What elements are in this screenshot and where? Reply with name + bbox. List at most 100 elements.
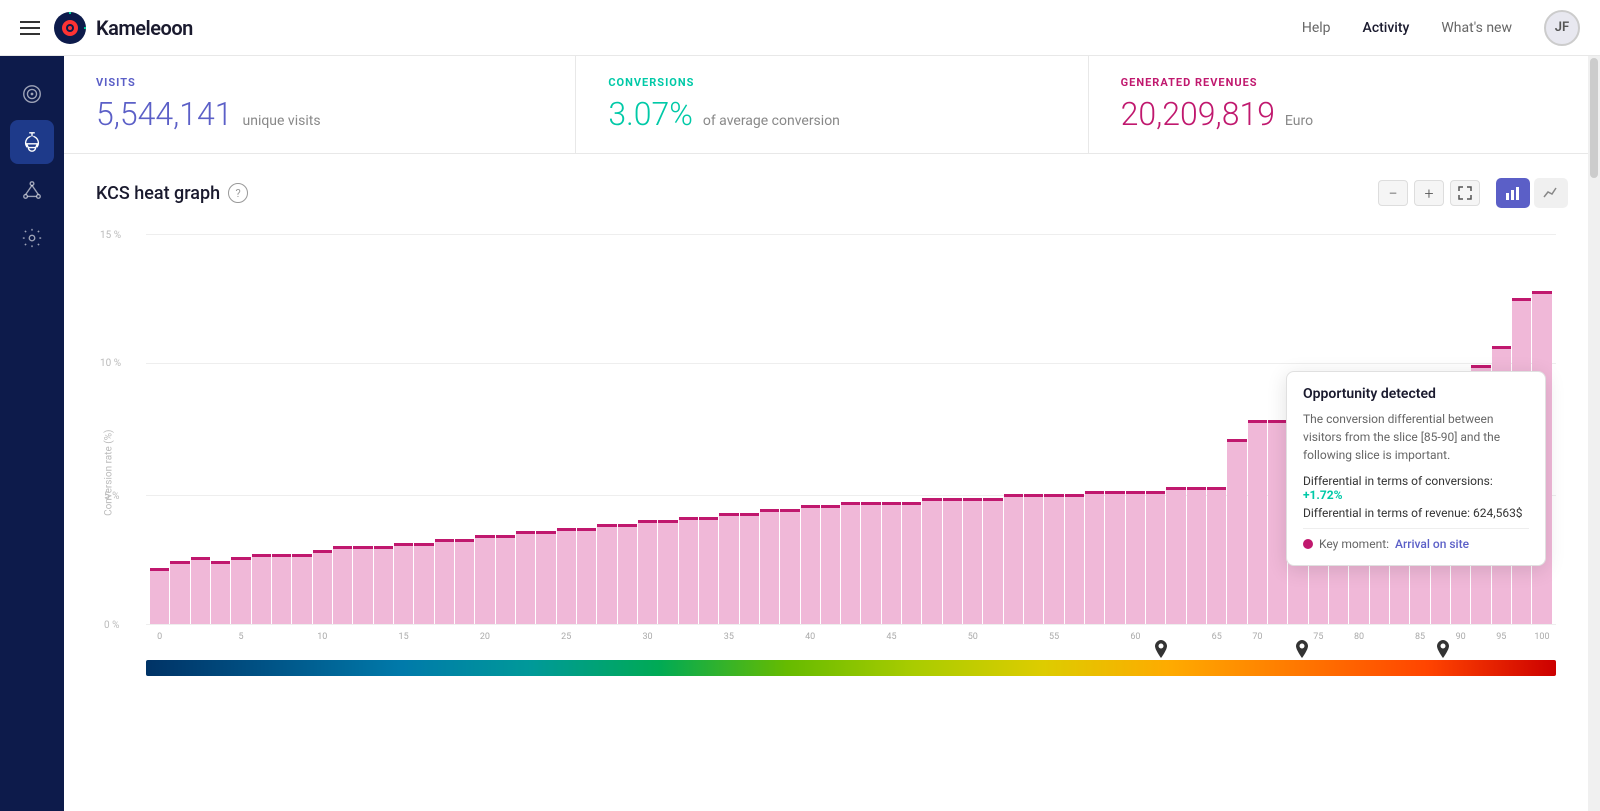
- bar[interactable]: [1268, 420, 1287, 624]
- x-axis-label: [679, 632, 698, 652]
- bar[interactable]: [679, 517, 698, 624]
- sidebar-item-network[interactable]: [10, 168, 54, 212]
- bar-chart-button[interactable]: [1496, 178, 1530, 208]
- color-gradient-fill: [146, 660, 1556, 676]
- tooltip-key-moment: Key moment: Arrival on site: [1303, 537, 1529, 551]
- bar[interactable]: [272, 554, 291, 624]
- bar[interactable]: [1146, 491, 1165, 624]
- x-axis-label: [841, 632, 860, 652]
- bar[interactable]: [313, 550, 332, 624]
- heat-graph-title: KCS heat graph: [96, 183, 220, 204]
- bar[interactable]: [922, 498, 941, 624]
- y-label-10: 10 %: [100, 358, 121, 369]
- x-axis-label: 15: [394, 632, 413, 652]
- x-axis-label: [618, 632, 637, 652]
- bar[interactable]: [211, 561, 230, 624]
- bar[interactable]: [882, 502, 901, 624]
- bar[interactable]: [1044, 494, 1063, 624]
- bar[interactable]: [414, 543, 433, 625]
- x-axis-label: [943, 632, 962, 652]
- hamburger-menu[interactable]: [20, 21, 40, 35]
- revenues-value: 20,209,819: [1121, 95, 1275, 133]
- x-axis-label: [516, 632, 535, 652]
- zoom-expand-button[interactable]: [1450, 180, 1480, 206]
- bar[interactable]: [821, 505, 840, 624]
- bar[interactable]: [353, 546, 372, 624]
- bar[interactable]: [435, 539, 454, 624]
- bar[interactable]: [475, 535, 494, 624]
- x-axis-label: [1187, 632, 1206, 652]
- bar[interactable]: [191, 557, 210, 624]
- activity-link[interactable]: Activity: [1363, 20, 1410, 36]
- line-chart-button[interactable]: [1534, 178, 1568, 208]
- bar[interactable]: [618, 524, 637, 624]
- bar[interactable]: [699, 517, 718, 624]
- bar[interactable]: [1065, 494, 1084, 624]
- bar[interactable]: [719, 513, 738, 624]
- bar[interactable]: [333, 546, 352, 624]
- conversions-label: CONVERSIONS: [608, 76, 1055, 89]
- bar[interactable]: [1207, 487, 1226, 624]
- bar[interactable]: [394, 543, 413, 625]
- bar[interactable]: [740, 513, 759, 624]
- sidebar-item-settings[interactable]: [10, 216, 54, 260]
- help-link[interactable]: Help: [1302, 20, 1331, 36]
- bar[interactable]: [252, 554, 271, 624]
- bar[interactable]: [638, 520, 657, 624]
- tooltip-differential-conversions: Differential in terms of conversions: +1…: [1303, 474, 1529, 502]
- bar[interactable]: [516, 531, 535, 624]
- x-axis-label: [496, 632, 515, 652]
- bar[interactable]: [1105, 491, 1124, 624]
- pin-marker-3: [1437, 640, 1449, 658]
- stat-conversions: CONVERSIONS 3.07% of average conversion: [576, 56, 1088, 153]
- x-axis-label: 40: [801, 632, 820, 652]
- bar[interactable]: [231, 557, 250, 624]
- bar[interactable]: [658, 520, 677, 624]
- bar[interactable]: [170, 561, 189, 624]
- bar[interactable]: [292, 554, 311, 624]
- bar[interactable]: [861, 502, 880, 624]
- zoom-plus-button[interactable]: +: [1414, 180, 1444, 206]
- whats-new-link[interactable]: What's new: [1441, 20, 1512, 36]
- scrollbar-thumb[interactable]: [1590, 58, 1598, 178]
- help-icon[interactable]: ?: [228, 183, 248, 203]
- bar[interactable]: [1085, 491, 1104, 624]
- key-moment-value[interactable]: Arrival on site: [1395, 537, 1469, 551]
- bar[interactable]: [1248, 420, 1267, 624]
- bar[interactable]: [1227, 439, 1246, 624]
- bar[interactable]: [1126, 491, 1145, 624]
- bar[interactable]: [577, 528, 596, 624]
- bar[interactable]: [150, 568, 169, 624]
- bar[interactable]: [780, 509, 799, 624]
- x-axis-label: [170, 632, 189, 652]
- sidebar-item-experiments[interactable]: [10, 120, 54, 164]
- bar[interactable]: [963, 498, 982, 624]
- bar[interactable]: [496, 535, 515, 624]
- scrollbar[interactable]: [1588, 56, 1600, 811]
- main-content: VISITS 5,544,141 unique visits CONVERSIO…: [64, 56, 1600, 811]
- zoom-minus-button[interactable]: −: [1378, 180, 1408, 206]
- bar[interactable]: [557, 528, 576, 624]
- chart-container: Conversion rate (%) 15 % 10 % 5 % 0: [96, 224, 1568, 684]
- bar[interactable]: [902, 502, 921, 624]
- bar[interactable]: [1187, 487, 1206, 624]
- bar[interactable]: [841, 502, 860, 624]
- sidebar-item-dashboard[interactable]: [10, 72, 54, 116]
- y-axis-label: Conversion rate (%): [104, 430, 115, 516]
- user-avatar[interactable]: JF: [1544, 10, 1580, 46]
- bar[interactable]: [597, 524, 616, 624]
- bar[interactable]: [1004, 494, 1023, 624]
- bar[interactable]: [1024, 494, 1043, 624]
- bar[interactable]: [801, 505, 820, 624]
- bar[interactable]: [983, 498, 1002, 624]
- bar[interactable]: [455, 539, 474, 624]
- bar[interactable]: [536, 531, 555, 624]
- logo-text: Kameleoon: [96, 16, 193, 40]
- bar[interactable]: [374, 546, 393, 624]
- pin-marker-2: [1296, 640, 1308, 658]
- bar[interactable]: [760, 509, 779, 624]
- x-axis-label: [983, 632, 1002, 652]
- bar[interactable]: [1166, 487, 1185, 624]
- x-axis-label: 50: [963, 632, 982, 652]
- bar[interactable]: [943, 498, 962, 624]
